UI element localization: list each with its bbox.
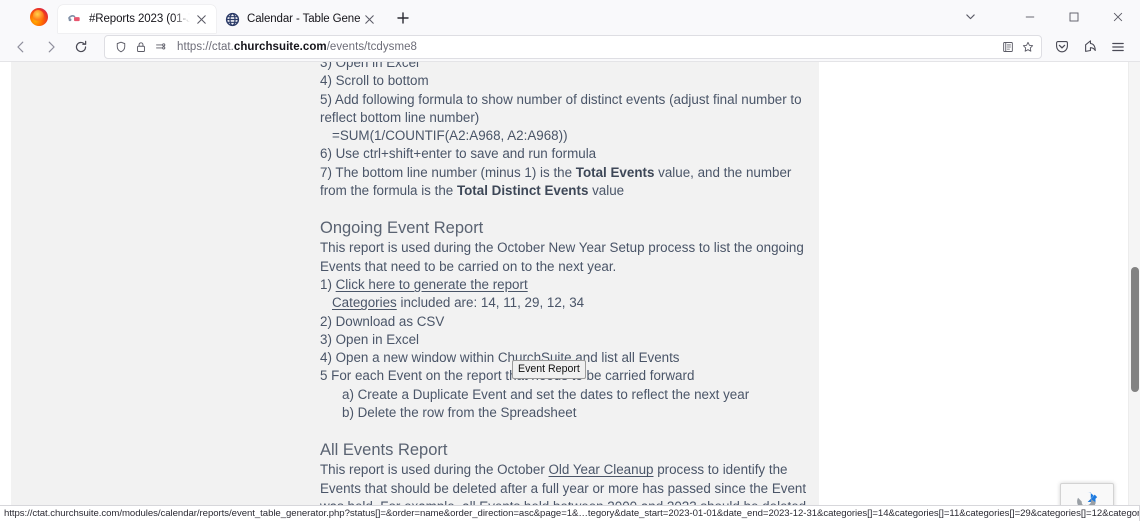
- vertical-scrollbar[interactable]: [1128, 62, 1140, 521]
- page-right-margin: [819, 62, 1128, 521]
- report-instructions: 3) Open in Excel 4) Scroll to bottom 5) …: [320, 62, 810, 521]
- pocket-save-icon[interactable]: [1048, 34, 1076, 60]
- bookmark-star-icon[interactable]: [1018, 38, 1038, 56]
- back-button-icon[interactable]: [6, 34, 36, 60]
- content-card: 3) Open in Excel 4) Scroll to bottom 5) …: [11, 62, 819, 521]
- close-icon[interactable]: [360, 10, 378, 28]
- navigation-toolbar: https://ctat.churchsuite.com/events/tcdy…: [0, 33, 1140, 62]
- tab-list-chevron-down-icon[interactable]: [948, 1, 992, 32]
- minimize-icon[interactable]: [1008, 1, 1052, 32]
- new-tab-button[interactable]: [390, 5, 416, 31]
- old-year-cleanup-link[interactable]: Old Year Cleanup: [549, 462, 654, 477]
- browser-window: #Reports 2023 (01-Jan-2023) - C Calendar…: [0, 0, 1140, 521]
- site-permissions-icon[interactable]: [151, 38, 171, 56]
- categories-values: included are: 14, 11, 29, 12, 34: [396, 295, 585, 311]
- all-events-desc-pre: This report is used during the October: [320, 462, 549, 478]
- ongoing-step-1: 1) Click here to generate the report: [320, 276, 810, 294]
- firefox-logo-icon: [30, 8, 48, 26]
- url-bar[interactable]: https://ctat.churchsuite.com/events/tcdy…: [104, 35, 1042, 59]
- close-window-icon[interactable]: [1096, 1, 1140, 32]
- instruction-line: 3) Open in Excel: [320, 62, 419, 70]
- tab-strip: #Reports 2023 (01-Jan-2023) - C Calendar…: [0, 0, 1140, 33]
- categories-link[interactable]: Categories: [332, 295, 397, 310]
- window-controls: [948, 0, 1140, 33]
- browser-tab-calendar-table-generator[interactable]: Calendar - Table Generator: [216, 5, 384, 33]
- step7-post: value: [588, 183, 625, 199]
- total-events-label: Total Events: [575, 164, 655, 180]
- page-background: 3) Open in Excel 4) Scroll to bottom 5) …: [0, 62, 1128, 521]
- share-icon[interactable]: [1076, 34, 1104, 60]
- ongoing-step-2: 2) Download as CSV: [320, 313, 445, 329]
- reload-button-icon[interactable]: [66, 34, 96, 60]
- tooltip-event-report: Event Report: [512, 360, 586, 379]
- browser-tab-reports-2023[interactable]: #Reports 2023 (01-Jan-2023) - C: [58, 5, 216, 33]
- step7-pre: 7) The bottom line number (minus 1) is t…: [320, 164, 576, 180]
- tab-title: #Reports 2023 (01-Jan-2023) - C: [89, 12, 192, 25]
- page-left-margin: [0, 62, 11, 521]
- section-heading-all-events-report: All Events Report: [320, 441, 448, 460]
- maximize-icon[interactable]: [1052, 1, 1096, 32]
- status-bar-url: https://ctat.churchsuite.com/modules/cal…: [0, 505, 1140, 521]
- ongoing-description: This report is used during the October N…: [320, 240, 804, 274]
- tab-title: Calendar - Table Generator: [247, 12, 360, 25]
- ongoing-substep-a: a) Create a Duplicate Event and set the …: [342, 386, 750, 402]
- ongoing-substep-b: b) Delete the row from the Spreadsheet: [342, 405, 577, 421]
- forward-button-icon[interactable]: [36, 34, 66, 60]
- formula-line: =SUM(1/COUNTIF(A2:A968, A2:A968)): [332, 128, 568, 144]
- page-viewport: 3) Open in Excel 4) Scroll to bottom 5) …: [0, 62, 1140, 521]
- url-bar-actions: [998, 36, 1038, 58]
- instruction-line-step7: 7) The bottom line number (minus 1) is t…: [320, 164, 810, 201]
- scrollbar-thumb[interactable]: [1131, 267, 1139, 392]
- churchsuite-favicon-icon: [67, 12, 82, 27]
- ongoing-step-3: 3) Open in Excel: [320, 331, 419, 347]
- section-heading-ongoing-event-report: Ongoing Event Report: [320, 219, 484, 238]
- lock-icon[interactable]: [131, 38, 151, 56]
- generate-report-link[interactable]: Click here to generate the report: [336, 277, 528, 292]
- url-text: https://ctat.churchsuite.com/events/tcdy…: [177, 41, 417, 53]
- total-distinct-events-label: Total Distinct Events: [456, 183, 589, 199]
- reader-view-icon[interactable]: [998, 38, 1018, 56]
- step-number: 1): [320, 276, 336, 292]
- close-icon[interactable]: [192, 10, 210, 28]
- instruction-line: 5) Add following formula to show number …: [320, 91, 802, 125]
- shield-icon[interactable]: [111, 38, 131, 56]
- instruction-line: 4) Scroll to bottom: [320, 73, 429, 89]
- ongoing-categories-line: Categories included are: 14, 11, 29, 12,…: [320, 294, 810, 312]
- globe-icon: [225, 12, 240, 27]
- hamburger-menu-icon[interactable]: [1104, 34, 1132, 60]
- instruction-line: 6) Use ctrl+shift+enter to save and run …: [320, 146, 597, 162]
